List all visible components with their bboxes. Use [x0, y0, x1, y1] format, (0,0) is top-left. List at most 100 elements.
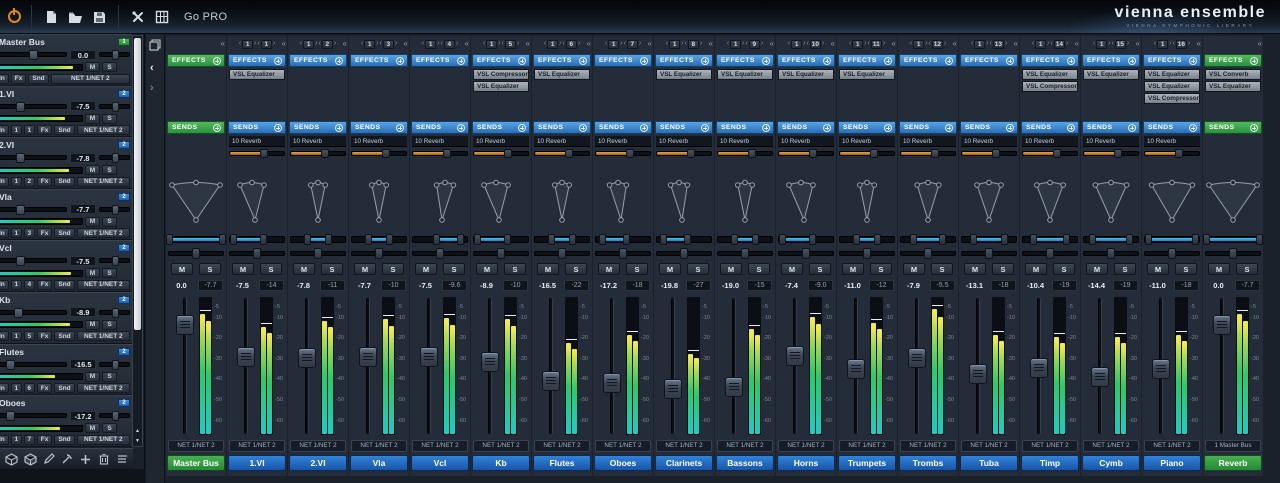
- width-right-handle[interactable]: [504, 234, 511, 245]
- solo-button[interactable]: S: [260, 263, 282, 275]
- pan-slider[interactable]: [473, 248, 529, 259]
- channel-next-icon[interactable]: ›: [1005, 40, 1007, 48]
- send-slot[interactable]: 10 Reverb: [839, 136, 895, 147]
- fx-chip[interactable]: Fx: [37, 280, 53, 290]
- surround-panner[interactable]: [900, 174, 956, 232]
- midi-port-number[interactable]: 1: [852, 40, 863, 49]
- midi-channel-chip[interactable]: 5: [24, 331, 35, 341]
- send-level-slider[interactable]: [778, 149, 834, 159]
- volume-slider[interactable]: [0, 310, 67, 315]
- solo-button[interactable]: S: [687, 263, 709, 275]
- pan-slider[interactable]: [595, 248, 651, 259]
- send-slider-handle[interactable]: [504, 149, 512, 158]
- send-level-slider[interactable]: [351, 149, 407, 159]
- peak-value[interactable]: -11: [320, 280, 345, 291]
- send-level-slider[interactable]: [534, 149, 590, 159]
- volume-slider[interactable]: [0, 155, 67, 160]
- expand-all-icon[interactable]: ›: [150, 82, 154, 94]
- width-right-handle[interactable]: [219, 234, 226, 245]
- mute-button[interactable]: M: [781, 263, 803, 275]
- port-next-icon[interactable]: ›: [315, 40, 317, 48]
- effect-slot[interactable]: VSL Equalizer: [656, 69, 712, 80]
- send-slider-handle[interactable]: [260, 149, 268, 158]
- solo-button[interactable]: S: [102, 217, 117, 227]
- effect-slot[interactable]: VSL Equalizer: [839, 69, 895, 80]
- effects-header[interactable]: EFFECTS: [167, 54, 225, 67]
- collapse-strip-icon[interactable]: «: [1258, 39, 1262, 48]
- midi-channel-chip[interactable]: 4: [24, 280, 35, 290]
- pan-slider-handle[interactable]: [112, 50, 119, 60]
- pan-slider[interactable]: [99, 104, 130, 109]
- send-slider-handle[interactable]: [382, 149, 390, 158]
- send-level-slider[interactable]: [1144, 149, 1200, 159]
- sends-header[interactable]: SENDS: [899, 121, 957, 134]
- surround-panner[interactable]: [168, 174, 224, 232]
- width-right-handle[interactable]: [684, 234, 691, 245]
- surround-panner[interactable]: [961, 174, 1017, 232]
- midi-channel-number[interactable]: 7: [627, 40, 638, 49]
- channel-name-button[interactable]: Bassons: [716, 455, 774, 471]
- midi-channel-number[interactable]: 1: [261, 40, 272, 49]
- width-right-handle[interactable]: [623, 234, 630, 245]
- sends-header[interactable]: SENDS: [228, 121, 286, 134]
- send-slider-handle[interactable]: [748, 149, 756, 158]
- sends-header[interactable]: SENDS: [1082, 121, 1140, 134]
- sends-header[interactable]: SENDS: [472, 121, 530, 134]
- solo-button[interactable]: S: [992, 263, 1014, 275]
- rename-button[interactable]: [43, 452, 55, 466]
- collapse-strip-icon[interactable]: «: [831, 39, 835, 48]
- volume-slider[interactable]: [0, 362, 67, 367]
- port-next-icon[interactable]: ›: [1108, 40, 1110, 48]
- add-effect-icon[interactable]: [518, 57, 526, 65]
- output-chip[interactable]: NET 1/NET 2: [77, 177, 130, 187]
- effect-slot[interactable]: VSL Equalizer: [1144, 69, 1200, 80]
- sends-header[interactable]: SENDS: [350, 121, 408, 134]
- width-left-handle[interactable]: [1203, 234, 1210, 245]
- stereo-width-slider[interactable]: [534, 234, 590, 246]
- send-level-slider[interactable]: [1022, 149, 1078, 159]
- volume-slider[interactable]: [0, 207, 67, 212]
- midi-channel-number[interactable]: 16: [1176, 40, 1187, 49]
- channel-name-button[interactable]: Trumpets: [838, 455, 896, 471]
- sidebar-channel[interactable]: Kb 2 -8.9 M S In 1 5 Fx Snd NET 1/NET 2: [0, 292, 132, 344]
- send-slot[interactable]: 10 Reverb: [595, 136, 651, 147]
- add-send-icon[interactable]: [213, 124, 221, 132]
- effect-slot[interactable]: VSL Converb: [1205, 69, 1261, 80]
- input-chip[interactable]: In: [0, 435, 9, 445]
- effect-slot[interactable]: VSL Equalizer: [534, 69, 590, 80]
- mute-button[interactable]: M: [1147, 263, 1169, 275]
- solo-button[interactable]: S: [102, 320, 117, 330]
- fx-chip[interactable]: Fx: [37, 228, 53, 238]
- add-effect-icon[interactable]: [701, 57, 709, 65]
- mute-button[interactable]: M: [842, 263, 864, 275]
- peak-value[interactable]: -10: [381, 280, 406, 291]
- fader-handle[interactable]: [847, 359, 865, 379]
- add-channel-button[interactable]: [79, 452, 91, 466]
- port-prev-icon[interactable]: ‹: [666, 40, 668, 48]
- midi-port-number[interactable]: 1: [364, 40, 375, 49]
- channel-next-icon[interactable]: ›: [883, 40, 885, 48]
- send-slot[interactable]: 10 Reverb: [473, 136, 529, 147]
- add-send-icon[interactable]: [518, 124, 526, 132]
- fader-handle[interactable]: [1213, 315, 1231, 335]
- fader-handle[interactable]: [603, 373, 621, 393]
- peak-value[interactable]: -18: [1174, 280, 1199, 291]
- send-slider-handle[interactable]: [992, 149, 1000, 158]
- stereo-width-slider[interactable]: [1205, 234, 1261, 246]
- stereo-width-slider[interactable]: [1083, 234, 1139, 246]
- midi-port-number[interactable]: 1: [669, 40, 680, 49]
- channel-next-icon[interactable]: ›: [334, 40, 336, 48]
- effects-header[interactable]: EFFECTS: [777, 54, 835, 67]
- output-chip[interactable]: NET 1/NET 2: [77, 331, 130, 341]
- effect-slot[interactable]: VSL Equalizer: [473, 81, 529, 92]
- add-effect-icon[interactable]: [945, 57, 953, 65]
- surround-panner[interactable]: [534, 174, 590, 232]
- volume-slider-handle[interactable]: [16, 102, 25, 112]
- midi-port-number[interactable]: 1: [730, 40, 741, 49]
- midi-port-chip[interactable]: 1: [11, 331, 22, 341]
- midi-channel-chip[interactable]: 2: [24, 177, 35, 187]
- pan-slider-handle[interactable]: [1107, 248, 1115, 259]
- mute-button[interactable]: M: [903, 263, 925, 275]
- sends-header[interactable]: SENDS: [289, 121, 347, 134]
- channel-next-icon[interactable]: ›: [273, 40, 275, 48]
